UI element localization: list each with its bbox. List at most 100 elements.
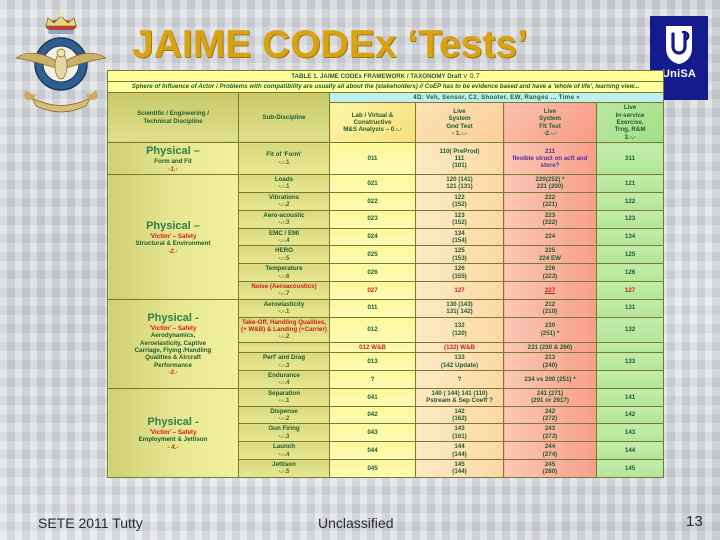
cell-gnd-test: 134 (154)	[415, 227, 504, 247]
table-row: Physical – 'Victim' – Safety Structural & …	[107, 174, 665, 300]
discipline-cell: Physical – Form and Fit -1.-	[107, 142, 239, 176]
cell-flt-test: 245 (280)	[503, 459, 597, 478]
table-subtitle-row: Sphere of Influence of Actor / Problems …	[106, 81, 665, 93]
subdiscipline-cell	[238, 341, 330, 354]
discipline-cell: Physical - 'Victim' – Safety Employment & …	[107, 387, 239, 478]
cell-flt-test: 227	[503, 280, 597, 300]
cell-lab: 043	[329, 423, 416, 443]
subdiscipline-cell: Aero-acoustic -.-.3	[238, 209, 330, 229]
cell-in-service	[595, 370, 665, 389]
cell-lab: 024	[329, 227, 416, 247]
subdiscipline-cell: Loads -.-.1	[238, 174, 330, 193]
cell-in-service: 142	[595, 405, 665, 425]
cell-in-service: 123	[595, 209, 665, 229]
cell-lab: 021	[329, 174, 416, 193]
cell-gnd-test: 125 (153)	[415, 245, 504, 265]
subdiscipline-cell: Perf' and Drag -.-.3	[238, 352, 330, 371]
cell-flt-test: 220(252) * 221 (200)	[503, 174, 597, 193]
cell-lab: 026	[329, 263, 416, 282]
cell-gnd-test: 122 (152)	[415, 191, 504, 211]
header-col-lab: Lab / Virtual & Constructive M&S Analysis …	[329, 102, 416, 144]
cell-in-service: 144	[595, 441, 665, 461]
table-title: TABLE 1. JAIME CODEx FRAMEWORK / TAXONOM…	[106, 69, 665, 83]
cell-in-service: 126	[595, 263, 665, 282]
cell-in-service: 132	[595, 316, 665, 343]
cell-flt-test: 224	[503, 227, 597, 247]
cell-gnd-test: (132) W&B	[415, 341, 504, 354]
table-row: Physical – Form and Fit -1.- Fit of 'Form' -…	[107, 142, 665, 176]
cell-in-service: 311	[595, 142, 665, 176]
cell-in-service	[595, 341, 665, 354]
cell-lab: 042	[329, 405, 416, 425]
raaf-crest-icon	[12, 12, 110, 120]
cell-flt-test: 241 (271) (291 or 2917)	[503, 387, 597, 407]
cell-flt-test: 213 (240)	[503, 352, 597, 371]
subdiscipline-cell: Take-Off, Handling Qualities, (+ W&B) & …	[238, 316, 330, 343]
subdiscipline-cell: EMC / EMI -.-.4	[238, 227, 330, 247]
cell-lab: 045	[329, 459, 416, 478]
subdiscipline-cell: Jettison -.-.5	[238, 459, 330, 478]
cell-lab: 041	[329, 387, 416, 407]
page-title: JAIME CODEx ‘Tests’	[132, 23, 528, 66]
cell-in-service: 127	[595, 280, 665, 300]
cell-in-service: 133	[595, 352, 665, 371]
cell-lab: 013	[329, 352, 416, 371]
cell-gnd-test: 142 (162)	[415, 405, 504, 425]
cell-lab: 023	[329, 209, 416, 229]
cell-flt-test: 230 (251) *	[503, 316, 597, 343]
table-row: Physical - 'Victim' – Safety Aerodynamics,…	[107, 298, 665, 389]
cell-in-service: 122	[595, 191, 665, 211]
subdiscipline-cell: Temperature -.-.6	[238, 263, 330, 282]
header-subdiscipline: Sub-Discipline	[238, 91, 330, 144]
cell-gnd-test: 140 ( 144) 141 (110) Pstream & Sep Coeff …	[415, 387, 504, 407]
cell-flt-test: 234 vs 200 (251) *	[503, 370, 597, 389]
cell-in-service: 141	[595, 387, 665, 407]
subdiscipline-cell: Aeroelasticity -.-.1	[238, 298, 330, 318]
codex-framework-table: TABLE 1. JAIME CODEx FRAMEWORK / TAXONOM…	[106, 69, 665, 478]
cell-flt-test: 243 (273)	[503, 423, 597, 443]
discipline-cell: Physical - 'Victim' – Safety Aerodynamics,…	[107, 298, 239, 389]
cell-lab: 025	[329, 245, 416, 265]
cell-lab: ?	[329, 370, 416, 389]
subdiscipline-cell: Vibrations -.-.2	[238, 191, 330, 211]
cell-lab: 022	[329, 191, 416, 211]
cell-gnd-test: ?	[415, 370, 504, 389]
cell-flt-test: 212 (210)	[503, 298, 597, 318]
cell-in-service: 134	[595, 227, 665, 247]
subdiscipline-cell: Gun Firing -.-.3	[238, 423, 330, 443]
cell-flt-test: 244 (274)	[503, 441, 597, 461]
cell-lab: 011	[329, 142, 416, 176]
cell-in-service: 131	[595, 298, 665, 318]
header-discipline: Scientific / Engineering / Technical Disc…	[107, 91, 239, 144]
cell-flt-test: 226 (223)	[503, 263, 597, 282]
table-title-row: TABLE 1. JAIME CODEx FRAMEWORK / TAXONOM…	[106, 69, 665, 83]
subdiscipline-cell: HERO -.-.5	[238, 245, 330, 265]
discipline-cell: Physical – 'Victim' – Safety Structural & …	[107, 174, 239, 300]
footer-center: Unclassified	[318, 515, 394, 531]
cell-gnd-test: 126 (155)	[415, 263, 504, 282]
header-col-gnd-test: Live System Gnd Test - 1.-.-	[415, 102, 504, 144]
cell-flt-test: 222 (221)	[503, 191, 597, 211]
header-col-flt-test: Live System Flt Test -2.-.-	[503, 102, 597, 144]
cell-gnd-test: 127	[415, 280, 504, 300]
table-subtitle: Sphere of Influence of Actor / Problems …	[106, 81, 665, 93]
table-row: Physical - 'Victim' – Safety Employment & …	[107, 387, 665, 478]
cell-flt-test: 231 (230 & 260)	[503, 341, 597, 354]
subdiscipline-cell: Dispense -.-.2	[238, 405, 330, 425]
footer-left: SETE 2011 Tutty	[38, 515, 143, 531]
cell-lab: 012	[329, 316, 416, 343]
cell-gnd-test: 143 (161)	[415, 423, 504, 443]
cell-gnd-test: 133 (142 Update)	[415, 352, 504, 371]
cell-flt-test: 223 (222)	[503, 209, 597, 229]
cell-in-service: 145	[595, 459, 665, 478]
subdiscipline-cell: Launch -.-.4	[238, 441, 330, 461]
header-4d-band: 4D: Veh, Sensor, C2, Shooter, EW, Ranges…	[328, 91, 665, 104]
cell-gnd-test: 120 (141) 121 (131)	[415, 174, 504, 193]
cell-gnd-test: 130 (143) 131( 142)	[415, 298, 504, 318]
cell-lab: 027	[329, 280, 416, 300]
cell-in-service: 143	[595, 423, 665, 443]
subdiscipline-cell: Endurance -.-.4	[238, 370, 330, 389]
cell-flt-test: 225 224 EW	[503, 245, 597, 265]
cell-in-service: 125	[595, 245, 665, 265]
cell-lab: 012 W&B	[329, 341, 416, 354]
